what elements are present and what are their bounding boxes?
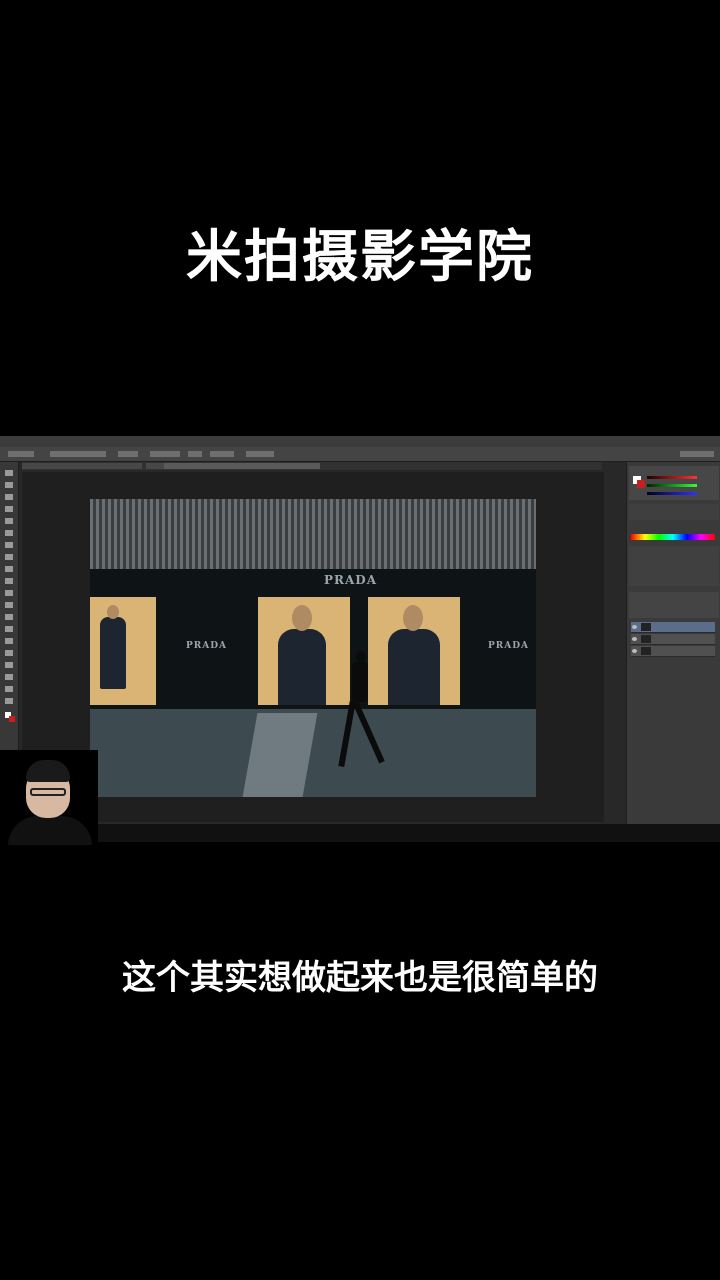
history-brush-tool-icon[interactable]	[5, 578, 13, 584]
crop-tool-icon[interactable]	[5, 518, 13, 524]
pedestrian-body	[352, 662, 368, 702]
quick-select-tool-icon[interactable]	[5, 506, 13, 512]
pen-tool-icon[interactable]	[5, 638, 13, 644]
brand-sign-top: PRADA	[324, 573, 378, 587]
background-color-swatch[interactable]	[9, 716, 15, 722]
option-control[interactable]	[680, 451, 714, 457]
right-panels	[626, 462, 720, 842]
option-control[interactable]	[246, 451, 274, 457]
facade-stripes	[90, 499, 536, 569]
photoshop-window: PRADA PRADA PRADA	[0, 436, 720, 842]
eraser-tool-icon[interactable]	[5, 590, 13, 596]
eyedropper-tool-icon[interactable]	[5, 530, 13, 536]
type-tool-icon[interactable]	[5, 650, 13, 656]
model-head	[292, 605, 312, 631]
menu-bar	[0, 436, 720, 451]
green-slider[interactable]	[647, 484, 697, 487]
layer-row[interactable]	[631, 622, 715, 633]
eye-icon[interactable]	[632, 649, 637, 653]
document-photo[interactable]: PRADA PRADA PRADA	[90, 499, 536, 797]
eye-icon[interactable]	[632, 637, 637, 641]
background-swatch-icon[interactable]	[637, 480, 645, 488]
model-head	[107, 605, 119, 619]
presenter-shirt	[8, 816, 92, 845]
brand-sign-left: PRADA	[186, 641, 228, 651]
storefront: PRADA PRADA PRADA	[90, 569, 536, 709]
layer-thumbnail	[641, 623, 651, 631]
blue-slider[interactable]	[647, 492, 697, 495]
status-strip	[0, 824, 720, 842]
brush-tool-icon[interactable]	[5, 554, 13, 560]
brand-sign-right: PRADA	[488, 641, 530, 651]
zoom-tool-icon[interactable]	[5, 698, 13, 704]
model-figure	[388, 629, 440, 705]
layers-panel-header	[629, 592, 719, 618]
options-bar	[0, 447, 720, 462]
blur-tool-icon[interactable]	[5, 614, 13, 620]
caption-subtitle: 这个其实想做起来也是很简单的	[122, 958, 598, 998]
presenter-webcam	[0, 750, 98, 845]
layer-thumbnail	[641, 635, 651, 643]
layer-row[interactable]	[631, 646, 715, 657]
swatches-panel	[629, 504, 719, 520]
color-panel	[629, 466, 719, 500]
layer-thumbnail	[641, 647, 651, 655]
lasso-tool-icon[interactable]	[5, 494, 13, 500]
document-tab-active[interactable]	[164, 463, 320, 469]
option-control[interactable]	[8, 451, 34, 457]
shape-tool-icon[interactable]	[5, 674, 13, 680]
option-control[interactable]	[150, 451, 180, 457]
option-control[interactable]	[50, 451, 106, 457]
healing-tool-icon[interactable]	[5, 542, 13, 548]
presenter-hair	[26, 760, 70, 782]
eye-icon[interactable]	[632, 625, 637, 629]
layer-row[interactable]	[631, 634, 715, 645]
model-head	[403, 605, 423, 631]
red-slider[interactable]	[647, 476, 697, 479]
document-tabs	[22, 462, 602, 470]
glasses-icon	[30, 788, 66, 796]
stamp-tool-icon[interactable]	[5, 566, 13, 572]
move-tool-icon[interactable]	[5, 470, 13, 476]
model-figure	[278, 629, 326, 705]
adjustments-panel	[629, 546, 719, 586]
document-tab[interactable]	[22, 463, 142, 469]
sidewalk	[90, 709, 536, 797]
marquee-tool-icon[interactable]	[5, 482, 13, 488]
option-control[interactable]	[210, 451, 234, 457]
option-control[interactable]	[188, 451, 202, 457]
paved-path	[242, 713, 318, 797]
gradient-tool-icon[interactable]	[5, 602, 13, 608]
hand-tool-icon[interactable]	[5, 686, 13, 692]
color-spectrum[interactable]	[631, 534, 715, 540]
option-control[interactable]	[118, 451, 138, 457]
video-title: 米拍摄影学院	[186, 225, 534, 290]
model-figure	[100, 617, 126, 689]
dodge-tool-icon[interactable]	[5, 626, 13, 632]
path-select-tool-icon[interactable]	[5, 662, 13, 668]
